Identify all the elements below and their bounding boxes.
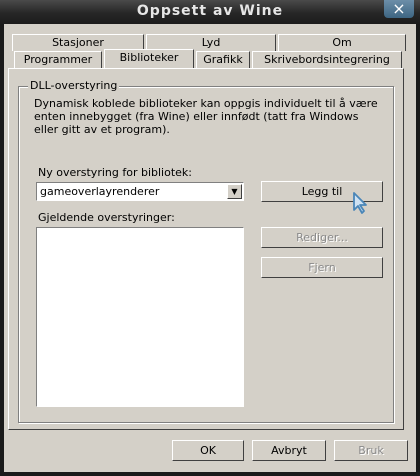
close-icon: × <box>392 0 406 18</box>
apply-button-label: Bruk <box>358 444 384 457</box>
tab-programmer[interactable]: Programmer <box>14 51 102 68</box>
library-combo-value: gameoverlayrenderer <box>40 185 160 198</box>
tab-om[interactable]: Om <box>278 34 406 51</box>
window-title: Oppsett av Wine <box>136 3 284 19</box>
add-button-label: Legg til <box>301 185 343 198</box>
titlebar[interactable]: Oppsett av Wine × <box>0 0 420 24</box>
ok-button[interactable]: OK <box>172 440 244 461</box>
current-overrides-label: Gjeldende overstyringer: <box>38 211 175 224</box>
remove-button-label: Fjern <box>308 261 336 274</box>
edit-button[interactable]: Rediger... <box>261 227 383 248</box>
ok-button-label: OK <box>200 444 216 457</box>
combo-dropdown-button[interactable]: ▼ <box>227 184 242 199</box>
cancel-button-label: Avbryt <box>271 444 307 457</box>
edit-button-label: Rediger... <box>296 231 348 244</box>
cancel-button[interactable]: Avbryt <box>252 440 326 461</box>
overrides-list[interactable] <box>36 227 244 407</box>
tab-grafikk[interactable]: Grafikk <box>196 51 250 68</box>
library-combobox[interactable]: gameoverlayrenderer ▼ <box>36 182 244 201</box>
dll-description: Dynamisk koblede biblioteker kan oppgis … <box>34 97 378 136</box>
group-title: DLL-overstyring <box>28 79 120 92</box>
chevron-down-icon: ▼ <box>231 187 238 196</box>
remove-button[interactable]: Fjern <box>261 257 383 278</box>
mouse-pointer-icon <box>353 192 367 214</box>
tab-biblioteker[interactable]: Biblioteker <box>104 49 194 68</box>
new-override-label: Ny overstyring for bibliotek: <box>38 166 192 179</box>
apply-button[interactable]: Bruk <box>334 440 408 461</box>
tab-skrivebordsintegrering[interactable]: Skrivebordsintegrering <box>252 51 402 68</box>
close-button[interactable]: × <box>384 0 414 18</box>
